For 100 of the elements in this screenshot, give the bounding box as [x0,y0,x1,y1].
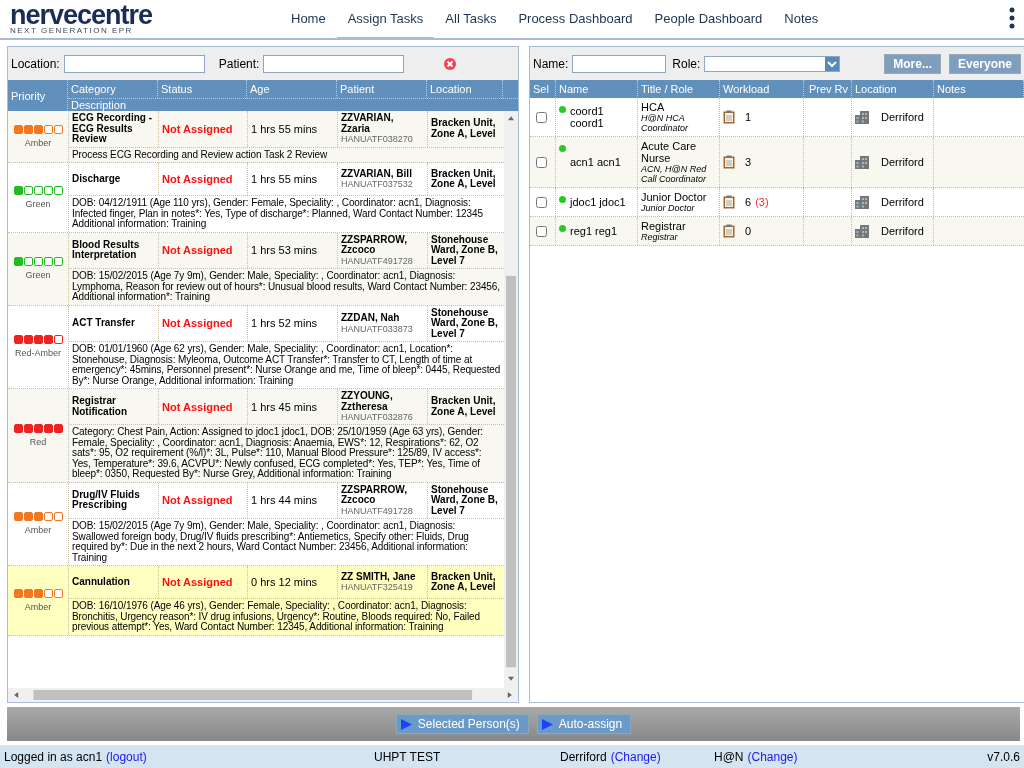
task-row[interactable] [8,566,504,636]
logged-in-text: Logged in as acn1 [4,749,103,764]
person-role: Registrar [641,232,678,242]
logout-link[interactable]: (logout) [106,749,147,764]
task-row[interactable] [8,305,504,389]
task-description: Process ECG Recording and Review action Task 2 Review [71,147,329,162]
task-description: DOB: 04/12/1911 (Age 110 yrs), Gender: Female, Speciality: , Coordinator: acn1, Diagnosis: Infected finger, Plan in notes*: Yes, Type of discharge*: Planned, Ward Contact Number: 12345 Additional information: Training [71,196,484,231]
patient-id: HANUATF033873 [341,323,414,334]
patient-name: ZZ SMITH, Jane [341,571,417,583]
patient-id: HANUATF491728 [341,505,414,516]
building-icon [855,155,869,169]
patient-name: ZZSPARROW, Zzcoco [341,484,408,506]
task-location: Stonehouse Ward, Zone B, Level 7 [431,307,499,339]
brand-tagline: NEXT GENERATION EPR [10,25,134,35]
site-name: UHPT TEST [374,749,441,764]
workload-count: 3 [745,156,752,168]
patient-id: HANUATF491728 [341,255,414,266]
patient-name: ZZYOUNG, Zztheresa [341,391,394,412]
patient-id: HANUATF037532 [341,179,414,190]
column-header: Patient [337,80,427,98]
person-role: ACN, H@N Red Call Coordinator [641,164,708,184]
task-status: Not Assigned [162,576,234,588]
person-name: coord1 coord1 [570,105,605,129]
task-location: Bracken Unit, Zone A, Level [431,168,497,190]
clear-icon[interactable] [444,57,457,70]
person-title: HCA [641,101,666,113]
person-location: Derriford [881,225,924,237]
current-location: Derriford [560,749,607,764]
role-label: Role: [672,56,701,71]
name-field[interactable] [572,54,667,73]
task-category: ECG Recording - ECG Results Review [72,113,153,145]
column-header: Location [427,80,503,98]
column-header: Status [158,80,247,98]
clipboard-icon[interactable] [723,224,735,238]
priority-label: Red [29,436,47,447]
person-location: Derriford [881,196,924,208]
patient-id: HANUATF325419 [341,582,414,593]
nav-tab[interactable]: Process Dashboard [507,0,644,40]
nav-tab[interactable]: Notes [773,0,830,40]
task-description: DOB: 15/02/2015 (Age 7y 9m), Gender: Male, Speciality: , Coordinator: acn1, Diagnosis: Swallowed foreign body, Drug/IV fluids prescribing*: Antiemetics, Specify other: Fluids, Drug required by*: Due in the next 2 hours, Ward Contact Number: 23456, Additional information: Training [71,519,470,565]
task-age: 1 hrs 53 mins [251,244,319,257]
nav-tab[interactable]: All Tasks [434,0,508,40]
nav-tab[interactable]: People Dashboard [643,0,774,40]
patient-name: ZZDAN, Nah [341,313,401,324]
building-icon [855,224,869,238]
nav-tab[interactable]: Home [280,0,337,40]
location-label: Location: [11,56,60,71]
menu-icon[interactable] [1008,7,1016,31]
task-status: Not Assigned [162,317,234,330]
task-row[interactable]: Amber ECG Recording - ECG Results Review Not Assigned 1 hrs 55 mins ZZVARIAN, Zzaria HANUATF038270 Bracken Unit, Zone A, Level Process ECG Recording and Review action Task 2 Review [8,111,504,163]
person-role: Junior Doctor [641,203,696,213]
priority-label: Amber [24,525,52,536]
priority-label: Amber [24,601,52,612]
task-category: Blood Results Interpretation [72,239,141,261]
select-checkbox[interactable] [536,196,547,208]
task-age: 1 hrs 45 mins [251,400,319,413]
building-icon [855,110,869,124]
clipboard-icon[interactable] [723,155,735,169]
task-description: DOB: 15/02/2015 (Age 7y 9m), Gender: Male, Speciality: , Coordinator: acn1, Diagnosis: Lymphoma, Reason for review out of hours*: Unusual blood results, Ward Contact Number: 23456, Additional information*: Training [71,269,501,304]
task-location: Stonehouse Ward, Zone B, Level 7 [431,484,499,516]
task-row[interactable] [8,389,504,483]
select-checkbox[interactable] [536,111,547,123]
person-location: Derriford [881,156,924,168]
task-status: Not Assigned [162,173,234,185]
person-name: jdoc1 jdoc1 [570,196,626,208]
priority-label: Amber [24,138,52,148]
change-link[interactable]: (Change) [747,749,798,764]
column-header: Age [247,80,337,98]
task-age: 1 hrs 52 mins [251,317,319,330]
task-status: Not Assigned [162,494,234,507]
person-title: Acute Care Nurse [641,140,698,164]
task-category: Cannulation [72,576,131,588]
person-title: Registrar [641,220,686,232]
clipboard-icon[interactable] [723,195,735,209]
person-location: Derriford [881,111,924,123]
select-checkbox[interactable] [536,156,547,168]
person-name: reg1 reg1 [570,225,618,237]
priority-label: Red-Amber [15,348,61,359]
clipboard-icon[interactable] [723,110,735,124]
patient-id: HANUATF038270 [341,134,414,145]
task-description: DOB: 16/10/1976 (Age 46 yrs), Gender: Female, Speciality: , Coordinator: acn1, Diagnosis: Bronchitis, Urgency reason*: IV drug infusions, Urgency*: Routine, Bloods required: No, Failed previous attempt*: Yes, Ward Contact Number: 12345, Additional information: Training [71,599,482,634]
task-category: ACT Transfer [72,318,136,329]
caret-icon[interactable] [825,56,840,71]
task-location: Bracken Unit, Zone A, Level [431,118,497,140]
patient-field[interactable] [263,54,405,73]
location-field[interactable] [63,54,205,73]
task-row[interactable] [8,232,504,306]
task-row[interactable] [8,482,504,566]
scrollbar[interactable] [8,688,518,702]
workload-count: 1 [745,111,752,123]
scrollbar[interactable] [504,111,518,688]
select-checkbox[interactable] [536,225,547,237]
patient-name: ZZVARIAN, Zzaria [341,113,395,135]
change-link[interactable]: (Change) [610,749,661,764]
task-location: Bracken Unit, Zone A, Level [431,571,497,593]
task-row[interactable] [8,163,504,233]
patient-name: ZZVARIAN, Bill [341,168,413,180]
column-header: Description [70,98,128,113]
patient-id: HANUATF032876 [341,412,414,422]
role-dropdown[interactable] [704,55,841,72]
